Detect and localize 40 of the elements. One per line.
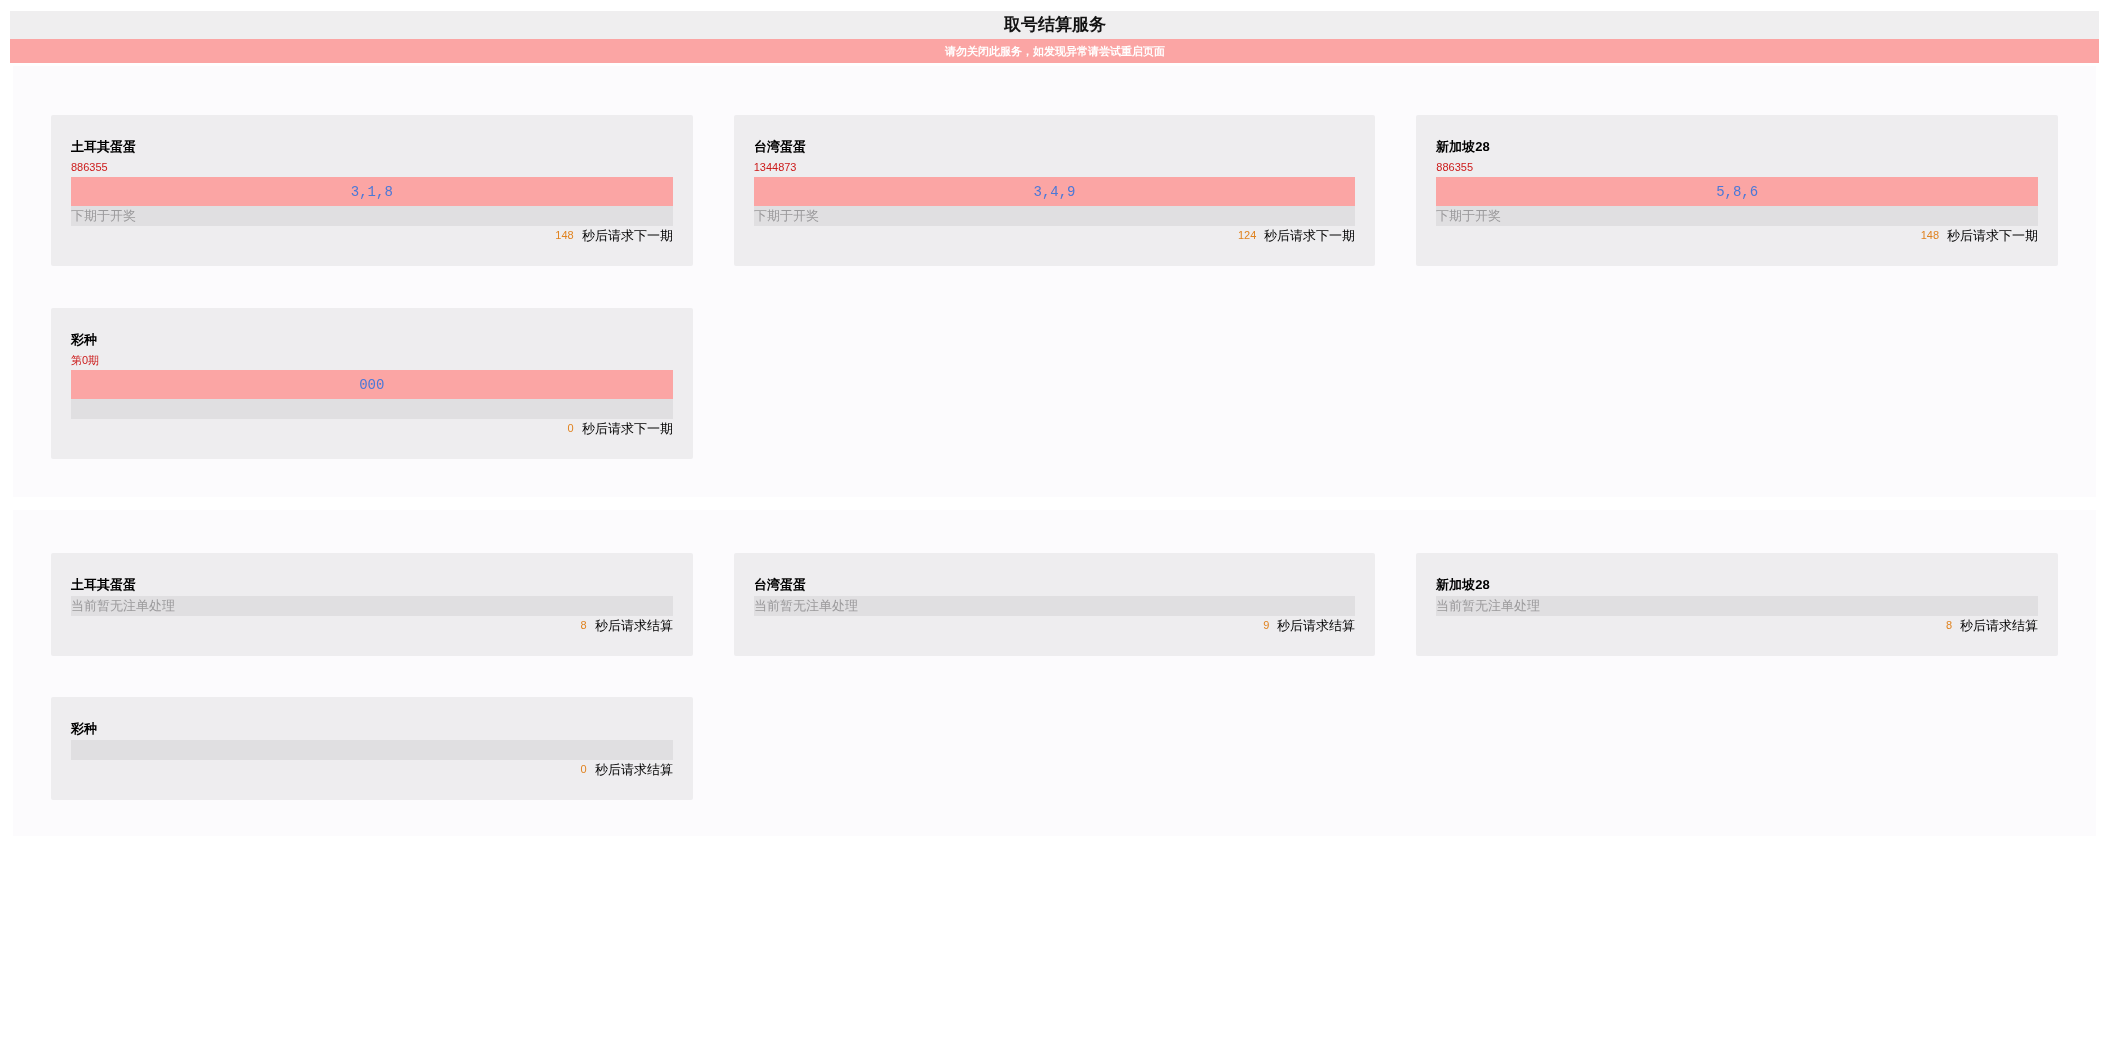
countdown-number: 0	[580, 762, 587, 776]
countdown-label: 秒后请求下一期	[1947, 226, 2038, 244]
result-numbers: 000	[359, 375, 385, 394]
issue-number: 886355	[1436, 160, 1474, 175]
countdown-label: 秒后请求下一期	[581, 226, 673, 244]
status-text: 当前暂无注单处理	[1436, 597, 1541, 615]
card-title: 彩种	[71, 720, 97, 738]
countdown-number: 124	[1237, 228, 1257, 242]
issue-number: 第0期	[71, 353, 100, 368]
result-numbers: 3,1,8	[350, 182, 393, 201]
countdown-number: 8	[580, 618, 587, 632]
card-title: 新加坡28	[1436, 138, 1490, 156]
notice-text: 请勿关闭此服务，如发现异常请尝试重启页面	[944, 44, 1165, 58]
status-text: 下期于开奖	[71, 207, 136, 225]
card-title: 土耳其蛋蛋	[71, 576, 136, 594]
countdown-label: 秒后请求下一期	[1264, 226, 1356, 244]
result-numbers: 3,4,9	[1033, 182, 1076, 201]
status-text: 当前暂无注单处理	[753, 597, 858, 615]
card-title: 台湾蛋蛋	[753, 138, 806, 156]
page-title: 取号结算服务	[1003, 14, 1106, 36]
countdown-number: 148	[1920, 228, 1939, 242]
status-text: 下期于开奖	[1436, 207, 1502, 225]
status-text: 下期于开奖	[753, 207, 819, 225]
result-numbers: 5,8,6	[1716, 182, 1759, 201]
status-text: 当前暂无注单处理	[71, 597, 175, 615]
countdown-label: 秒后请求结算	[1277, 616, 1356, 634]
countdown-number: 0	[567, 421, 574, 435]
countdown-number: 9	[1263, 618, 1270, 632]
card-title: 土耳其蛋蛋	[71, 138, 136, 156]
countdown-label: 秒后请求下一期	[581, 419, 673, 437]
countdown-label: 秒后请求结算	[594, 616, 673, 634]
countdown-number: 148	[555, 228, 574, 242]
issue-number: 1344873	[753, 160, 797, 175]
issue-number: 886355	[71, 160, 108, 175]
countdown-number: 8	[1945, 618, 1952, 632]
countdown-label: 秒后请求结算	[594, 760, 673, 778]
card-title: 台湾蛋蛋	[753, 576, 806, 594]
countdown-label: 秒后请求结算	[1960, 616, 2038, 634]
card-title: 彩种	[71, 331, 97, 349]
card-title: 新加坡28	[1436, 576, 1490, 594]
